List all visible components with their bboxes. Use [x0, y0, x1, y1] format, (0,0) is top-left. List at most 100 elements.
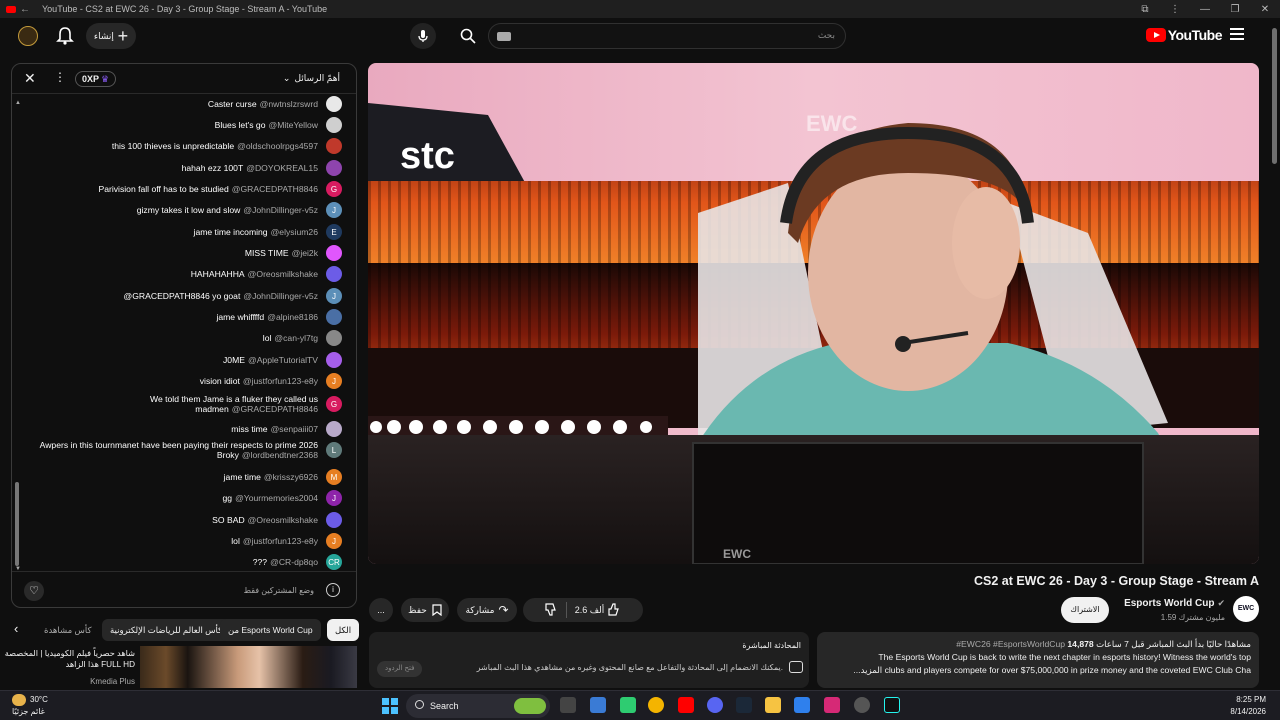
chat-author-name[interactable]: @Yourmemories2004: [235, 493, 318, 503]
task-view-icon[interactable]: [560, 697, 576, 713]
chat-message[interactable]: We told them Jame is a fluker they calle…: [38, 394, 342, 414]
save-button[interactable]: حفظ: [401, 598, 449, 622]
open-replies-button[interactable]: فتح الردود: [377, 661, 423, 677]
discord-icon[interactable]: [707, 697, 723, 713]
tiktok-icon[interactable]: [884, 697, 900, 713]
info-icon[interactable]: i: [326, 583, 340, 597]
chat-author-avatar[interactable]: [326, 96, 342, 112]
chat-author-name[interactable]: @JohnDillinger-v5z: [243, 291, 318, 301]
chat-message[interactable]: Blues let's go @MiteYellow: [215, 117, 342, 133]
chat-author-name[interactable]: @krisszy6926: [264, 472, 318, 482]
instagram-icon[interactable]: [824, 697, 840, 713]
chat-message[interactable]: miss time @senpaiii07: [231, 421, 342, 437]
chat-author-name[interactable]: @jei2k: [292, 248, 318, 258]
store-icon[interactable]: [590, 697, 606, 713]
chat-author-name[interactable]: @can-yl7tg: [274, 333, 318, 343]
chat-message[interactable]: vision idiot @justforfun123-e8y J: [200, 373, 342, 389]
chat-author-name[interactable]: @AppleTutorialTV: [248, 355, 318, 365]
chat-message[interactable]: MISS TIME @jei2k: [245, 245, 342, 261]
chip-from-channel[interactable]: من Esports World Cup: [220, 619, 321, 641]
chat-author-avatar[interactable]: [326, 138, 342, 154]
voice-search-button[interactable]: [410, 23, 436, 49]
video-player[interactable]: stc EWC EWC: [368, 63, 1259, 564]
chat-author-name[interactable]: @nwtnslzrswrd: [260, 99, 318, 109]
chat-message[interactable]: gg @Yourmemories2004 J: [223, 490, 342, 506]
chat-author-name[interactable]: @JohnDillinger-v5z: [243, 205, 318, 215]
chat-author-name[interactable]: @DOYOKREAL15: [246, 163, 318, 173]
chat-author-name[interactable]: @CR-dp8qo: [270, 557, 318, 567]
chat-author-name[interactable]: @GRACEDPATH8846: [232, 184, 318, 194]
chat-message[interactable]: HAHAHAHHA @Oreosmilkshake: [191, 266, 342, 282]
account-avatar[interactable]: [18, 26, 38, 46]
subscribe-button[interactable]: الاشتراك: [1061, 597, 1109, 623]
chip-related[interactable]: كأس مشاهدة: [36, 619, 96, 641]
chat-more-icon[interactable]: ⋮: [54, 70, 66, 84]
search-input[interactable]: بحث: [488, 23, 846, 49]
video-description[interactable]: #EWC26 #EsportsWorldCup مشاهدًا حاليًا ب…: [817, 632, 1259, 688]
chat-author-avatar[interactable]: [326, 160, 342, 176]
chat-author-name[interactable]: @senpaiii07: [271, 424, 318, 434]
chat-message[interactable]: Awpers in this tournmanet have been payi…: [38, 440, 342, 460]
chip-esports-world-cup[interactable]: كأس العالم للرياضات الإلكترونية: [102, 619, 231, 641]
chat-message[interactable]: @GRACEDPATH8846 yo goat @JohnDillinger-v5…: [124, 288, 342, 304]
file-explorer-icon[interactable]: [765, 697, 781, 713]
chat-message[interactable]: jame time incoming @elysium26 E: [194, 224, 342, 240]
chat-author-avatar[interactable]: [326, 352, 342, 368]
app-green-icon[interactable]: [620, 697, 636, 713]
chat-message[interactable]: hahah ezz 100T @DOYOKREAL15: [182, 160, 342, 176]
chat-author-avatar[interactable]: [326, 309, 342, 325]
chat-author-avatar[interactable]: J: [326, 373, 342, 389]
steam-icon[interactable]: [736, 697, 752, 713]
chat-author-avatar[interactable]: E: [326, 224, 342, 240]
channel-logo[interactable]: EWC: [1233, 596, 1259, 622]
chat-message[interactable]: lol @can-yl7tg: [263, 330, 342, 346]
share-button[interactable]: مشاركة ↷: [457, 598, 517, 622]
dislike-button[interactable]: [545, 602, 558, 618]
scroll-up-icon[interactable]: ▲: [15, 100, 21, 106]
chat-author-avatar[interactable]: [326, 117, 342, 133]
youtube-app-icon[interactable]: [678, 697, 694, 713]
chat-author-avatar[interactable]: CR: [326, 554, 342, 570]
back-arrow-icon[interactable]: ←: [16, 4, 34, 15]
chat-message[interactable]: ??? @CR-dp8qo CR: [253, 554, 342, 570]
browser-menu-icon[interactable]: ⋮: [1160, 4, 1190, 15]
chat-author-avatar[interactable]: [326, 330, 342, 346]
chat-author-name[interactable]: @MiteYellow: [269, 120, 319, 130]
app-blue-icon[interactable]: [794, 697, 810, 713]
like-button[interactable]: [608, 602, 621, 618]
taskbar-search[interactable]: Search: [406, 694, 550, 718]
close-window-button[interactable]: ✕: [1250, 4, 1280, 15]
chat-author-avatar[interactable]: [326, 266, 342, 282]
restore-button[interactable]: ❐: [1220, 4, 1250, 15]
windows-start-icon[interactable]: [382, 698, 398, 714]
chat-author-name[interactable]: @justforfun123-e8y: [243, 536, 318, 546]
more-actions-button[interactable]: ...: [369, 598, 393, 622]
chat-author-avatar[interactable]: [326, 245, 342, 261]
chat-author-avatar[interactable]: J: [326, 202, 342, 218]
chat-author-avatar[interactable]: [326, 512, 342, 528]
system-clock[interactable]: 8:25 PM 8/14/2026: [1230, 694, 1266, 718]
chip-all[interactable]: الكل: [327, 619, 360, 641]
chat-mode-dropdown[interactable]: ⌄ أهمّ الرسائل: [279, 73, 340, 84]
chat-author-name[interactable]: @justforfun123-e8y: [243, 376, 318, 386]
chat-author-name[interactable]: @GRACEDPATH8846: [232, 404, 318, 414]
chat-author-name[interactable]: @oldschoolrpgs4597: [237, 141, 318, 151]
chat-message[interactable]: Parivision fall off has to be studied @GR…: [98, 181, 342, 197]
chat-message[interactable]: jame whiffffd @alpine8186: [216, 309, 342, 325]
rec-thumbnail[interactable]: [140, 646, 357, 688]
youtube-logo[interactable]: YouTube: [1145, 27, 1223, 43]
chat-author-name[interactable]: @alpine8186: [267, 312, 318, 322]
chat-author-avatar[interactable]: [326, 421, 342, 437]
minimize-button[interactable]: —: [1190, 4, 1220, 15]
chat-author-name[interactable]: @Oreosmilkshake: [248, 269, 318, 279]
chat-message[interactable]: J0ME @AppleTutorialTV: [223, 352, 342, 368]
channel-name[interactable]: Esports World Cup ✔: [1124, 598, 1225, 609]
chat-author-name[interactable]: @Oreosmilkshake: [248, 515, 318, 525]
notifications-bell-icon[interactable]: [56, 26, 74, 46]
chevron-left-icon[interactable]: ‹: [14, 621, 18, 636]
chat-author-avatar[interactable]: G: [326, 181, 342, 197]
chat-author-name[interactable]: @lordbendtner2368: [242, 450, 318, 460]
chat-scroll-thumb[interactable]: [15, 482, 19, 566]
xp-badge[interactable]: 0XP ♛: [75, 71, 117, 87]
recommendation-item[interactable]: شاهد حصرياً فيلم الكوميديا | المخصصة هذا…: [0, 646, 357, 688]
